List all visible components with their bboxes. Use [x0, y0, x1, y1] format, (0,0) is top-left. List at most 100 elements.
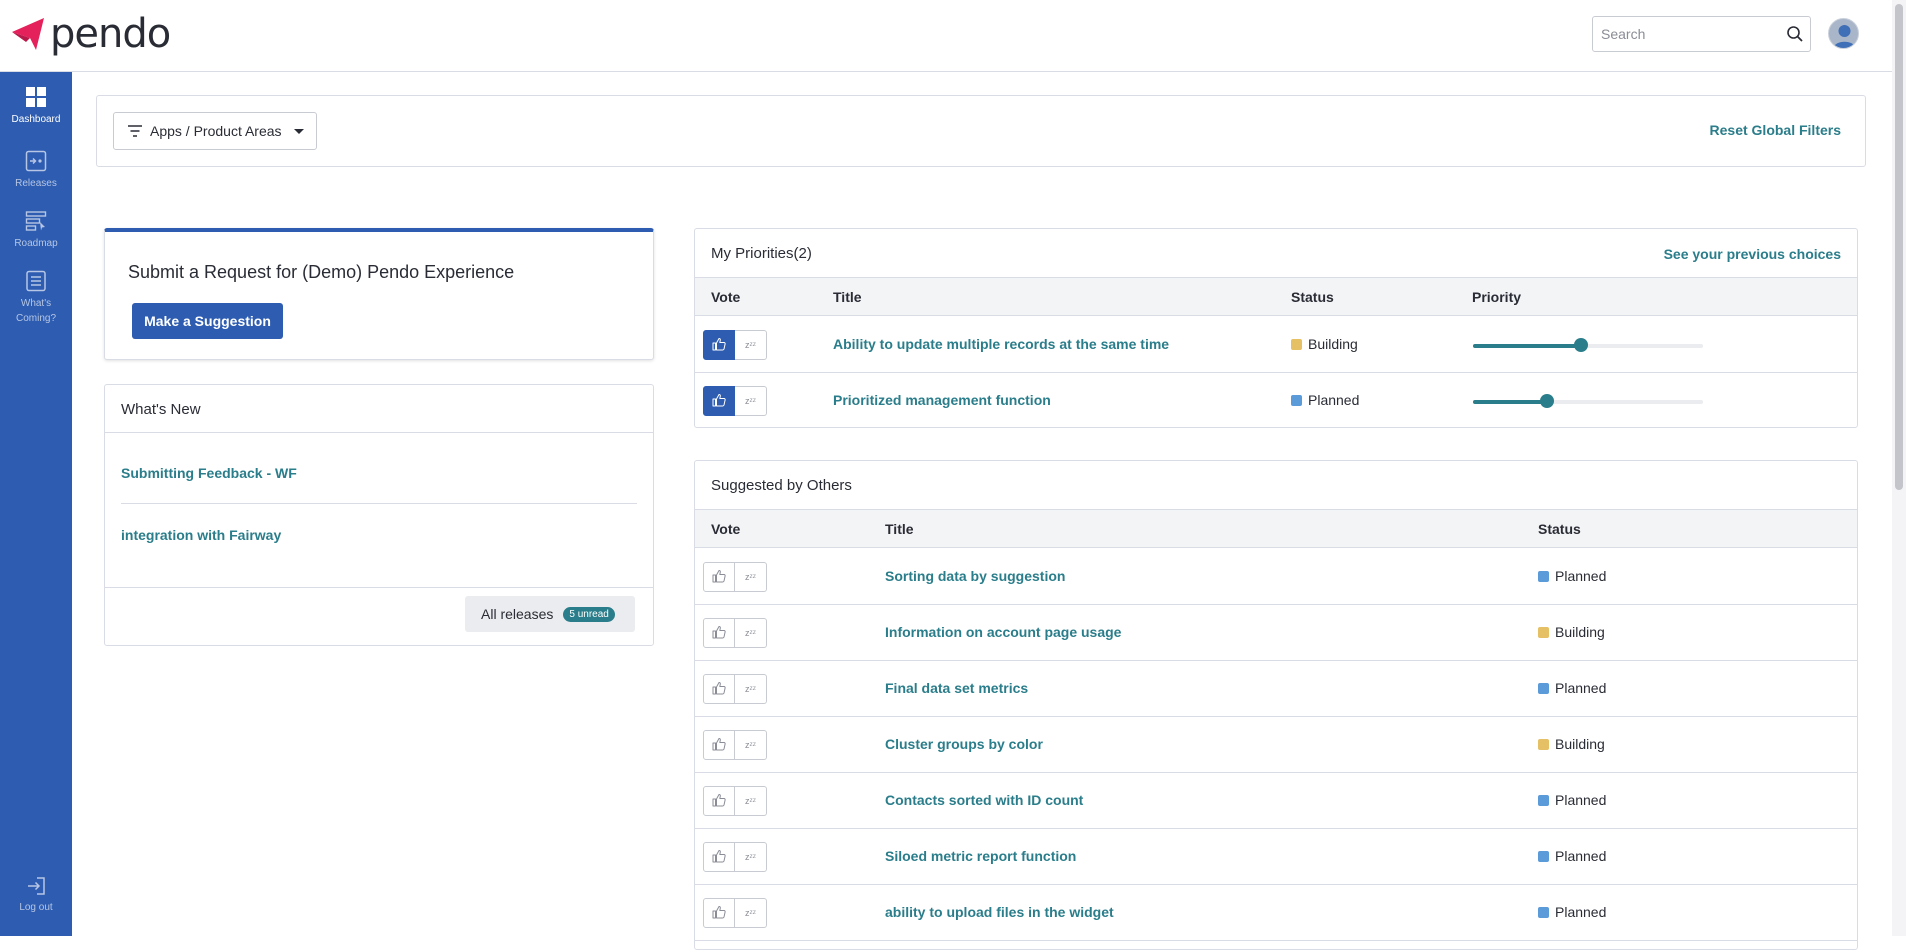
table-row: zᶻᶻ Cluster groups by color Building [695, 717, 1857, 773]
item-title-link[interactable]: Prioritized management function [833, 392, 1051, 408]
column-header-status[interactable]: Status [1291, 289, 1334, 305]
sidebar-item-roadmap[interactable]: Roadmap [0, 210, 72, 251]
thumbs-up-icon [712, 625, 726, 642]
release-link[interactable]: Submitting Feedback - WF [121, 465, 297, 481]
submit-request-title: Submit a Request for (Demo) Pendo Experi… [128, 262, 515, 282]
table-row: zᶻᶻ Prioritized management function Planne… [695, 373, 1857, 429]
apps-product-areas-dropdown[interactable]: Apps / Product Areas [113, 112, 317, 150]
snooze-button[interactable]: zᶻᶻ [735, 842, 767, 872]
thumbs-up-icon [712, 569, 726, 586]
all-releases-button[interactable]: All releases 5 unread [465, 596, 635, 632]
table-header: Vote Title Status Priority [695, 277, 1857, 316]
search-box[interactable] [1592, 16, 1811, 52]
item-title-link[interactable]: Siloed metric report function [885, 848, 1076, 864]
scrollbar-thumb[interactable] [1895, 4, 1903, 490]
whats-new-card: What's New Submitting Feedback - WF inte… [104, 384, 654, 646]
snooze-button[interactable]: zᶻᶻ [735, 730, 767, 760]
column-header-vote: Vote [711, 521, 741, 537]
priority-slider[interactable] [1473, 338, 1703, 352]
thumbs-up-icon [712, 849, 726, 866]
reset-global-filters-link[interactable]: Reset Global Filters [1710, 122, 1841, 138]
vote-buttons: zᶻᶻ [703, 842, 767, 872]
release-link[interactable]: integration with Fairway [121, 527, 281, 543]
vote-buttons: zᶻᶻ [703, 618, 767, 648]
upvote-button[interactable] [703, 330, 735, 360]
item-title-link[interactable]: Ability to update multiple records at th… [833, 336, 1169, 352]
item-title-link[interactable]: Final data set metrics [885, 680, 1028, 696]
logout-button[interactable]: Log out [0, 876, 72, 915]
priority-slider[interactable] [1473, 394, 1703, 408]
unread-badge: 5 unread [563, 606, 615, 622]
sidebar-item-releases[interactable]: Releases [0, 150, 72, 191]
status-label: Planned [1555, 680, 1607, 696]
column-header-priority[interactable]: Priority [1472, 289, 1521, 305]
divider [105, 587, 653, 588]
status-label: Building [1555, 624, 1605, 640]
search-input[interactable] [1593, 17, 1773, 51]
pendo-logo-mark-icon [12, 18, 44, 50]
vote-buttons: zᶻᶻ [703, 786, 767, 816]
slider-fill [1473, 344, 1582, 348]
upvote-button[interactable] [703, 618, 735, 648]
user-avatar[interactable] [1828, 18, 1859, 49]
table-row: zᶻᶻ Information on account page usage Buil… [695, 605, 1857, 661]
snooze-icon: zᶻᶻ [745, 796, 756, 806]
column-header-status[interactable]: Status [1538, 521, 1581, 537]
upvote-button[interactable] [703, 730, 735, 760]
suggested-by-others-title: Suggested by Others [711, 477, 852, 494]
make-suggestion-button[interactable]: Make a Suggestion [132, 303, 283, 339]
snooze-icon: zᶻᶻ [745, 572, 756, 582]
upvote-button[interactable] [703, 386, 735, 416]
see-previous-choices-link[interactable]: See your previous choices [1664, 246, 1841, 262]
snooze-button[interactable]: zᶻᶻ [735, 562, 767, 592]
status-label: Building [1308, 336, 1358, 352]
table-row: zᶻᶻ ability to upload files in the widget… [695, 885, 1857, 941]
table-row: zᶻᶻ Siloed metric report function Planned [695, 829, 1857, 885]
status-badge: Building [1291, 336, 1358, 352]
snooze-icon: zᶻᶻ [745, 740, 756, 750]
thumbs-up-icon [712, 337, 726, 354]
all-releases-label: All releases [481, 606, 554, 622]
status-label: Planned [1555, 568, 1607, 584]
snooze-button[interactable]: zᶻᶻ [735, 898, 767, 928]
logout-icon [28, 877, 45, 895]
upvote-button[interactable] [703, 786, 735, 816]
snooze-button[interactable]: zᶻᶻ [735, 618, 767, 648]
sidebar-item-whats-coming[interactable]: What's Coming? [0, 270, 72, 326]
sidebar-item-label: Roadmap [14, 238, 58, 249]
upvote-button[interactable] [703, 674, 735, 704]
snooze-button[interactable]: zᶻᶻ [735, 674, 767, 704]
column-header-title[interactable]: Title [885, 521, 914, 537]
sidebar: Dashboard Releases Roadmap What's Coming… [0, 72, 72, 936]
status-badge: Planned [1538, 792, 1606, 808]
item-title-link[interactable]: ability to upload files in the widget [885, 904, 1114, 920]
thumbs-up-icon [712, 905, 726, 922]
my-priorities-title: My Priorities(2) [711, 245, 812, 262]
item-title-link[interactable]: Sorting data by suggestion [885, 568, 1065, 584]
item-title-link[interactable]: Information on account page usage [885, 624, 1121, 640]
item-title-link[interactable]: Cluster groups by color [885, 736, 1043, 752]
snooze-button[interactable]: zᶻᶻ [735, 786, 767, 816]
user-icon [1832, 25, 1857, 48]
releases-icon [25, 150, 47, 172]
column-header-title[interactable]: Title [833, 289, 862, 305]
submit-request-card: Submit a Request for (Demo) Pendo Experi… [104, 228, 654, 360]
status-badge: Planned [1538, 568, 1606, 584]
upvote-button[interactable] [703, 842, 735, 872]
status-badge: Building [1538, 624, 1605, 640]
pendo-logo[interactable]: pendo [10, 14, 171, 54]
slider-handle[interactable] [1574, 338, 1589, 352]
filter-icon [128, 125, 142, 137]
snooze-icon: zᶻᶻ [745, 684, 756, 694]
upvote-button[interactable] [703, 562, 735, 592]
sidebar-item-dashboard[interactable]: Dashboard [0, 86, 72, 127]
search-icon[interactable] [1786, 25, 1804, 48]
snooze-button[interactable]: zᶻᶻ [735, 330, 767, 360]
item-title-link[interactable]: Contacts sorted with ID count [885, 792, 1083, 808]
snooze-button[interactable]: zᶻᶻ [735, 386, 767, 416]
page-scrollbar[interactable] [1892, 0, 1906, 936]
upvote-button[interactable] [703, 898, 735, 928]
status-dot-icon [1291, 338, 1302, 350]
slider-handle[interactable] [1539, 394, 1554, 408]
my-priorities-card: My Priorities(2) See your previous choic… [694, 228, 1858, 428]
